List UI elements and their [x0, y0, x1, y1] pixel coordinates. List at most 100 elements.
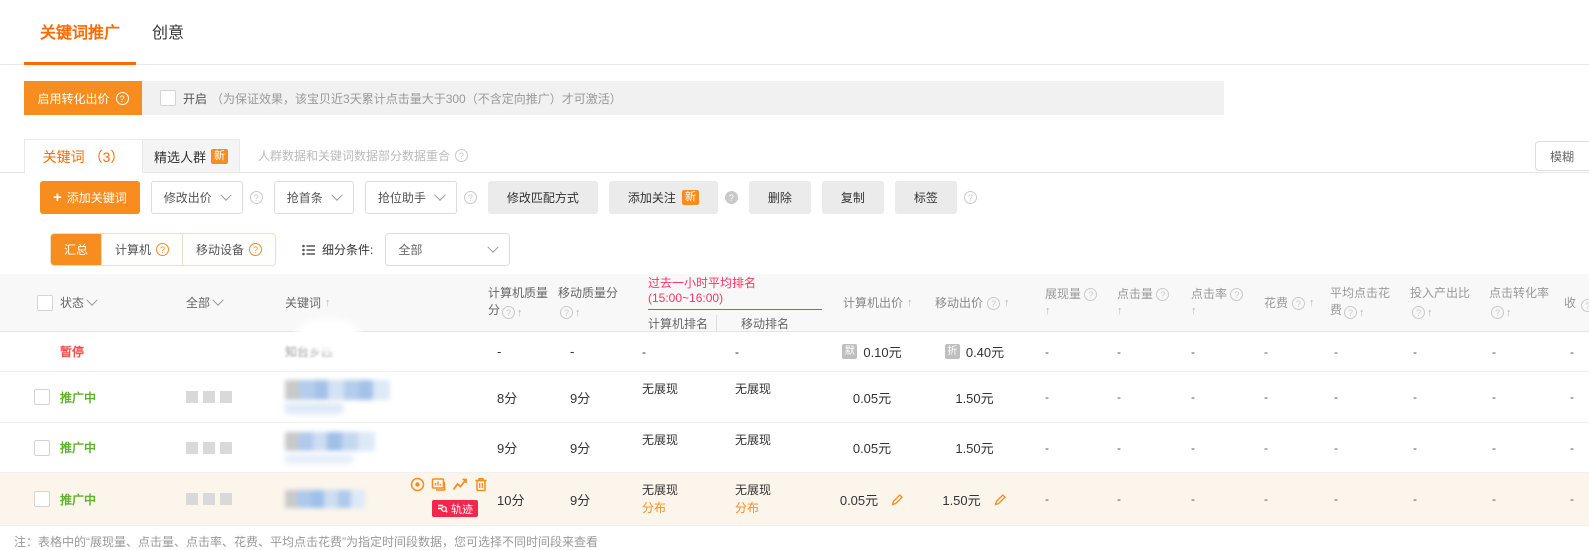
masked-keyword	[285, 380, 390, 414]
tab-audience[interactable]: 精选人群 新	[143, 139, 240, 172]
rank-distribution-link[interactable]: 分布	[642, 499, 666, 517]
keyword-cell: 知台乡匹	[262, 332, 480, 371]
help-icon[interactable]: ?	[1292, 297, 1305, 310]
condition-select[interactable]: 全部	[385, 233, 510, 266]
enable-checkbox[interactable]	[160, 90, 176, 106]
column-ctr-label: 点击率	[1191, 287, 1227, 301]
trash-icon[interactable]	[474, 477, 488, 492]
tag-button[interactable]: 标签	[895, 181, 957, 214]
column-impressions[interactable]: 展现量 ? ↑	[1027, 274, 1099, 332]
add-keyword-button[interactable]: + 添加关键词	[40, 181, 140, 214]
mobile-quality-value: 9分	[552, 490, 627, 509]
chevron-down-icon	[220, 189, 231, 200]
help-icon[interactable]: ?	[964, 191, 977, 204]
metric-value: -	[1552, 345, 1589, 359]
column-ctr[interactable]: 点击率 ? ↑	[1173, 274, 1246, 332]
sort-up-icon: ↑	[325, 295, 331, 312]
modify-bid-label: 修改出价	[164, 189, 212, 206]
enable-conversion-bid-label: 启用转化出价	[37, 90, 109, 107]
help-icon[interactable]: ?	[1581, 299, 1589, 312]
column-cvr[interactable]: 点击转化率 ?↑	[1489, 285, 1552, 322]
column-pc-quality[interactable]: 计算机质量分?↑	[488, 285, 552, 322]
help-icon[interactable]: ?	[249, 243, 262, 256]
column-cost[interactable]: 花费 ? ↑	[1264, 295, 1316, 312]
help-icon[interactable]: ?	[1230, 288, 1243, 301]
delete-label: 删除	[768, 189, 792, 206]
column-pc-bid[interactable]: 计算机出价 ↑	[843, 295, 922, 312]
metric-value: -	[1395, 441, 1474, 455]
tab-keywords[interactable]: 关键词 （3）	[24, 139, 143, 173]
column-pc-rank[interactable]: 计算机排名	[627, 315, 717, 332]
modify-bid-dropdown[interactable]: 修改出价	[151, 181, 243, 214]
help-icon[interactable]: ?	[987, 297, 1000, 310]
help-icon[interactable]: ?	[502, 306, 515, 319]
help-icon[interactable]: ?	[116, 92, 129, 105]
row-checkbox[interactable]	[34, 491, 50, 507]
edit-bid-icon[interactable]	[891, 493, 904, 506]
column-mobile-bid[interactable]: 移动出价 ? ↑	[935, 295, 1027, 312]
track-button[interactable]: 轨迹	[432, 500, 478, 517]
device-tab-mobile[interactable]: 移动设备 ?	[182, 234, 275, 265]
metric-value: -	[1173, 345, 1246, 359]
help-icon[interactable]: ?	[156, 243, 169, 256]
modify-match-button[interactable]: 修改匹配方式	[488, 181, 598, 214]
target-icon[interactable]	[410, 477, 425, 492]
device-tab-summary[interactable]: 汇总	[51, 234, 101, 265]
metric-value: -	[1027, 345, 1099, 359]
copy-button[interactable]: 复制	[822, 181, 884, 214]
column-all-label: 全部	[186, 295, 210, 312]
metric-value: -	[1474, 345, 1552, 359]
column-status[interactable]: 状态	[60, 295, 166, 312]
column-all-filter[interactable]: 全部	[186, 295, 262, 312]
column-keyword-label: 关键词	[285, 295, 321, 312]
tab-keyword-promotion[interactable]: 关键词推广	[24, 19, 136, 64]
mobile-rank-value: 无展现	[717, 423, 822, 448]
add-watch-button[interactable]: 添加关注 新	[609, 181, 718, 214]
device-tab-pc[interactable]: 计算机 ?	[101, 234, 182, 265]
summary-label: 汇总	[64, 241, 88, 258]
help-icon[interactable]: ?	[1084, 288, 1097, 301]
help-icon[interactable]: ?	[455, 149, 468, 162]
edit-bid-icon[interactable]	[994, 493, 1007, 506]
masked-icons	[166, 391, 262, 403]
row-checkbox[interactable]	[34, 389, 50, 405]
help-icon[interactable]: ?	[464, 191, 477, 204]
help-icon[interactable]: ?	[250, 191, 263, 204]
select-all-checkbox[interactable]	[37, 295, 53, 311]
column-clicks[interactable]: 点击量 ? ↑	[1099, 274, 1173, 332]
delete-button[interactable]: 删除	[749, 181, 811, 214]
column-roi[interactable]: 投入产出比 ?↑	[1410, 285, 1474, 322]
column-truncated[interactable]: 收 ?	[1564, 295, 1589, 312]
row-action-icons	[410, 477, 488, 492]
rank-assistant-dropdown[interactable]: 抢位助手	[365, 181, 457, 214]
help-icon[interactable]: ?	[1344, 306, 1357, 319]
report-icon[interactable]	[431, 477, 446, 492]
column-keyword[interactable]: 关键词 ↑	[285, 295, 480, 312]
sort-up-icon: ↑	[1427, 307, 1433, 319]
row-checkbox[interactable]	[34, 440, 50, 456]
table-row: 推广中 9分 9分 无展现 无展现 0.05元 1.50元 - - - - - …	[0, 423, 1589, 473]
metric-value: -	[1316, 441, 1395, 455]
column-avg-click-cost[interactable]: 平均点击花费?↑	[1330, 285, 1395, 322]
help-icon[interactable]: ?	[1156, 288, 1169, 301]
rank-distribution-link[interactable]: 分布	[735, 499, 759, 517]
chevron-down-icon	[434, 189, 445, 200]
grab-top-dropdown[interactable]: 抢首条	[274, 181, 354, 214]
tab-creative[interactable]: 创意	[136, 19, 200, 64]
metric-value: -	[1173, 390, 1246, 404]
help-icon[interactable]: ?	[725, 191, 738, 204]
help-icon[interactable]: ?	[1412, 306, 1425, 319]
metric-value: -	[1246, 492, 1316, 506]
pc-bid-value: 0.10元	[863, 342, 901, 361]
help-icon[interactable]: ?	[560, 306, 573, 319]
enable-conversion-bid-button[interactable]: 启用转化出价 ?	[24, 81, 142, 115]
metric-value: -	[1246, 390, 1316, 404]
metric-value: -	[1552, 390, 1589, 404]
column-mobile-quality[interactable]: 移动质量分?↑	[558, 285, 627, 322]
metric-value: -	[1316, 492, 1395, 506]
column-mobile-rank[interactable]: 移动排名	[717, 315, 822, 332]
help-icon[interactable]: ?	[1491, 306, 1504, 319]
fuzzy-button[interactable]: 模糊	[1535, 141, 1589, 171]
metric-value: -	[1316, 345, 1395, 359]
trend-chart-icon[interactable]	[452, 477, 468, 492]
